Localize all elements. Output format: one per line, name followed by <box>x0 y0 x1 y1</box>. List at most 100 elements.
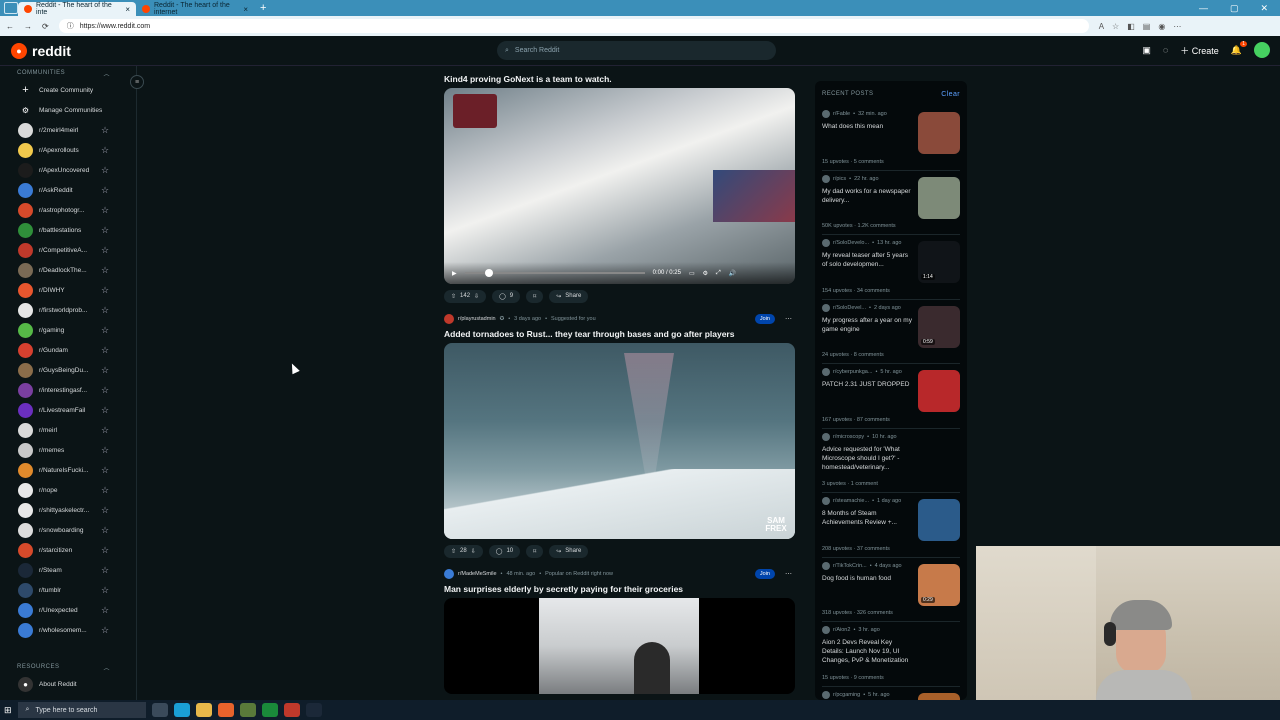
close-window-icon[interactable]: ✕ <box>1260 3 1268 14</box>
settings-icon[interactable]: ⚙ <box>703 270 708 277</box>
upvote-icon[interactable]: ⇧ <box>451 548 456 555</box>
communities-heading[interactable]: COMMUNITIES ︿ <box>0 66 136 80</box>
favorite-star-icon[interactable]: ☆ <box>101 465 109 476</box>
recent-post-item[interactable]: r/cyberpunkga... • 5 hr. ago PATCH 2.31 JUS… <box>822 364 960 429</box>
read-aloud-icon[interactable]: A <box>1099 22 1104 31</box>
clear-button[interactable]: Clear <box>941 91 960 98</box>
play-icon[interactable]: ▶ <box>452 270 457 277</box>
favorite-star-icon[interactable]: ☆ <box>101 405 109 416</box>
favorite-icon[interactable]: ☆ <box>1112 22 1119 31</box>
reddit-logo[interactable]: ● reddit <box>11 42 71 59</box>
sidebar-community-item[interactable]: r/battlestations ☆ <box>0 220 136 240</box>
sidebar-community-item[interactable]: r/2meirl4meirl ☆ <box>0 120 136 140</box>
window-menu-icon[interactable] <box>4 2 18 14</box>
join-button[interactable]: Join <box>754 569 775 579</box>
volume-icon[interactable]: 🔊 <box>729 270 736 277</box>
profile-icon[interactable]: ◉ <box>1158 22 1165 31</box>
sidebar-community-item[interactable]: r/GuysBeingDu... ☆ <box>0 360 136 380</box>
browser-tab-2[interactable]: Reddit - The heart of the internet × <box>136 2 254 16</box>
app-icon[interactable] <box>239 703 256 717</box>
post-title[interactable]: Kind4 proving GoNext is a team to watch. <box>444 74 796 84</box>
manage-communities-button[interactable]: ⚙ Manage Communities <box>0 100 136 120</box>
sidebar-community-item[interactable]: r/interestingasf... ☆ <box>0 380 136 400</box>
sidebar-community-item[interactable]: r/gaming ☆ <box>0 320 136 340</box>
save-button[interactable]: ⌑ <box>526 544 544 558</box>
post-video[interactable] <box>444 598 795 694</box>
upvote-icon[interactable]: ⇧ <box>451 293 456 300</box>
sidebar-community-item[interactable]: r/memes ☆ <box>0 440 136 460</box>
favorite-star-icon[interactable]: ☆ <box>101 425 109 436</box>
favorite-star-icon[interactable]: ☆ <box>101 545 109 556</box>
ads-icon[interactable]: ▣ <box>1142 45 1151 56</box>
create-button[interactable]: ＋ Create <box>1180 44 1219 57</box>
sidebar-community-item[interactable]: r/shittyaskelectr... ☆ <box>0 500 136 520</box>
resources-heading[interactable]: RESOURCES ︿ <box>0 660 136 674</box>
search-input[interactable]: ⌕ Search Reddit <box>497 41 776 60</box>
subreddit-name[interactable]: r/MadeMeSmile <box>458 571 497 577</box>
favorite-star-icon[interactable]: ☆ <box>101 285 109 296</box>
new-tab-icon[interactable]: + <box>260 2 266 14</box>
share-button[interactable]: ↪ Share <box>549 544 589 558</box>
sidebar-community-item[interactable]: r/LivestreamFail ☆ <box>0 400 136 420</box>
favorite-star-icon[interactable]: ☆ <box>101 225 109 236</box>
extensions-icon[interactable]: ◧ <box>1127 22 1135 31</box>
recent-post-item[interactable]: r/pics • 22 hr. ago My dad works for a news… <box>822 171 960 235</box>
favorite-star-icon[interactable]: ☆ <box>101 585 109 596</box>
chat-icon[interactable]: ◌ <box>1163 45 1168 55</box>
sidebar-community-item[interactable]: r/Gundam ☆ <box>0 340 136 360</box>
maximize-icon[interactable]: ▢ <box>1230 3 1239 14</box>
steam-icon[interactable] <box>305 703 322 717</box>
taskbar-search[interactable]: ⌕ Type here to search <box>17 702 146 718</box>
favorite-star-icon[interactable]: ☆ <box>101 265 109 276</box>
sidebar-community-item[interactable]: r/CompetitiveA... ☆ <box>0 240 136 260</box>
close-tab-icon[interactable]: × <box>125 5 130 14</box>
sidebar-community-item[interactable]: r/NatureIsFucki... ☆ <box>0 460 136 480</box>
favorite-star-icon[interactable]: ☆ <box>101 325 109 336</box>
seek-bar[interactable] <box>464 269 645 277</box>
favorite-star-icon[interactable]: ☆ <box>101 505 109 516</box>
favorite-star-icon[interactable]: ☆ <box>101 345 109 356</box>
task-view-icon[interactable] <box>151 703 168 717</box>
sidebar-community-item[interactable]: r/tumblr ☆ <box>0 580 136 600</box>
file-explorer-icon[interactable] <box>195 703 212 717</box>
back-icon[interactable]: ← <box>6 22 14 31</box>
about-reddit-link[interactable]: ● About Reddit <box>0 674 136 694</box>
more-options-icon[interactable]: ⋯ <box>785 315 792 323</box>
captions-icon[interactable]: ▭ <box>689 270 695 277</box>
forward-icon[interactable]: → <box>24 22 32 31</box>
user-avatar[interactable] <box>1254 42 1270 58</box>
subreddit-name[interactable]: r/playrustadmin <box>458 316 496 322</box>
sidebar-community-item[interactable]: r/Steam ☆ <box>0 560 136 580</box>
close-tab-icon[interactable]: × <box>243 5 248 14</box>
favorite-star-icon[interactable]: ☆ <box>101 525 109 536</box>
collapse-sidebar-icon[interactable]: ≡ <box>130 75 144 89</box>
reload-icon[interactable]: ⟳ <box>42 22 49 31</box>
favorite-star-icon[interactable]: ☆ <box>101 365 109 376</box>
url-field[interactable]: ⓘ https://www.reddit.com <box>58 19 1089 33</box>
join-button[interactable]: Join <box>754 314 775 324</box>
sidebar-community-item[interactable]: r/firstworldprob... ☆ <box>0 300 136 320</box>
edge-icon[interactable] <box>173 703 190 717</box>
subreddit-avatar[interactable] <box>444 314 454 324</box>
sidebar-community-item[interactable]: r/DeadlockThe... ☆ <box>0 260 136 280</box>
recent-post-item[interactable]: r/SoloDevel... • 2 days ago My progress aft… <box>822 300 960 364</box>
sidebar-community-item[interactable]: r/wholesomem... ☆ <box>0 620 136 640</box>
share-button[interactable]: ↪ Share <box>549 289 589 303</box>
favorite-star-icon[interactable]: ☆ <box>101 305 109 316</box>
post-title[interactable]: Added tornadoes to Rust... they tear thr… <box>444 329 796 339</box>
sidebar-community-item[interactable]: r/Apexrollouts ☆ <box>0 140 136 160</box>
vote-button[interactable]: ⇧ 28 ⇩ <box>444 544 483 558</box>
more-options-icon[interactable]: ⋯ <box>785 570 792 578</box>
more-icon[interactable]: ⋯ <box>1173 22 1181 31</box>
sidebar-community-item[interactable]: r/Unexpected ☆ <box>0 600 136 620</box>
recent-post-item[interactable]: r/Fable • 32 min. ago What does this mean 15… <box>822 106 960 171</box>
sidebar-community-item[interactable]: r/astrophotogr... ☆ <box>0 200 136 220</box>
recent-post-item[interactable]: r/microscopy • 10 hr. ago Advice requested … <box>822 429 960 493</box>
sidebar-community-item[interactable]: r/snowboarding ☆ <box>0 520 136 540</box>
favorite-star-icon[interactable]: ☆ <box>101 385 109 396</box>
favorite-star-icon[interactable]: ☆ <box>101 445 109 456</box>
create-community-button[interactable]: + Create Community <box>0 80 136 100</box>
site-info-icon[interactable]: ⓘ <box>67 21 74 31</box>
recent-post-item[interactable]: r/pcgaming • 5 hr. ago <box>822 687 960 700</box>
firefox-icon[interactable] <box>217 703 234 717</box>
